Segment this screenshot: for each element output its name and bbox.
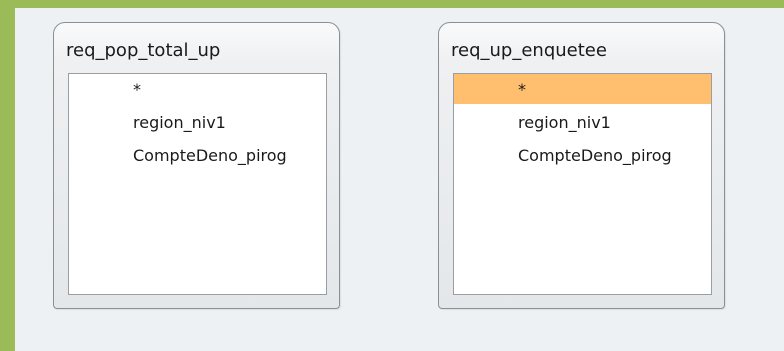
query-design-canvas: req_pop_total_up * region_niv1 CompteDen… (15, 8, 784, 351)
field-item-comptedeno-pirog[interactable]: CompteDeno_pirog (69, 140, 326, 170)
field-list[interactable]: * region_niv1 CompteDeno_pirog (453, 73, 712, 295)
field-list[interactable]: * region_niv1 CompteDeno_pirog (68, 73, 327, 295)
table-box-req-up-enquetee[interactable]: req_up_enquetee * region_niv1 CompteDeno… (438, 22, 725, 309)
field-label: CompteDeno_pirog (133, 146, 287, 165)
table-title[interactable]: req_up_enquetee (451, 40, 607, 61)
field-item-region-niv1[interactable]: region_niv1 (454, 107, 711, 137)
window-frame: req_pop_total_up * region_niv1 CompteDen… (0, 0, 784, 351)
field-label: CompteDeno_pirog (518, 146, 672, 165)
table-title[interactable]: req_pop_total_up (66, 40, 220, 61)
field-item-all[interactable]: * (454, 74, 711, 104)
field-item-comptedeno-pirog[interactable]: CompteDeno_pirog (454, 140, 711, 170)
field-label: * (133, 80, 141, 99)
field-label: region_niv1 (133, 113, 226, 132)
field-label: * (518, 80, 526, 99)
field-item-region-niv1[interactable]: region_niv1 (69, 107, 326, 137)
field-label: region_niv1 (518, 113, 611, 132)
field-item-all[interactable]: * (69, 74, 326, 104)
table-box-req-pop-total-up[interactable]: req_pop_total_up * region_niv1 CompteDen… (53, 22, 340, 309)
